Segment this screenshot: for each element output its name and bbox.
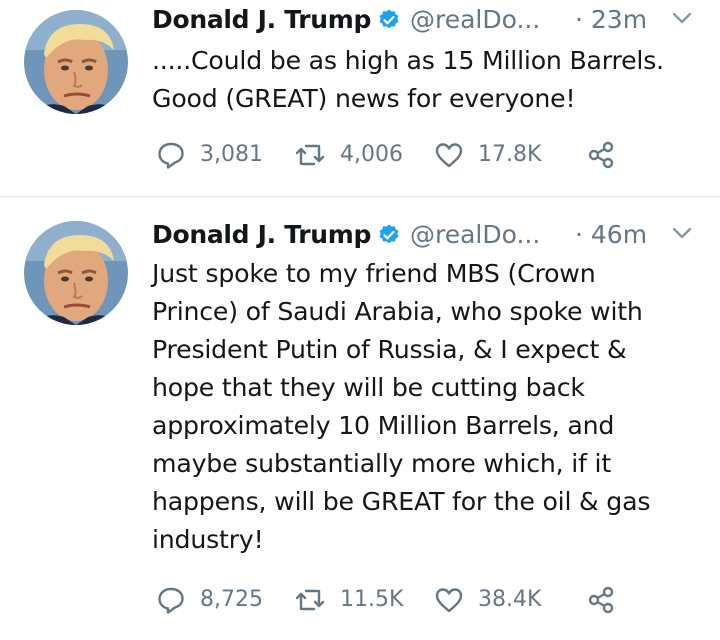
tweet-text-line: Good (GREAT) news for everyone! xyxy=(152,84,576,113)
tweet-text-line: hope that they will be cutting back xyxy=(152,373,585,402)
like-count: 17.8K xyxy=(478,142,542,167)
tweet-text-line: Prince) of Saudi Arabia, who spoke with xyxy=(152,297,643,326)
chevron-down-icon[interactable] xyxy=(672,226,692,240)
reply-button[interactable]: 3,081 xyxy=(156,138,263,172)
author-handle[interactable]: @realDo... xyxy=(410,217,540,253)
tweet-text-line: happens, will be GREAT for the oil & gas xyxy=(152,487,651,516)
share-icon xyxy=(588,586,614,614)
reply-count: 8,725 xyxy=(200,587,263,612)
tweet-header: Donald J. Trump @realDo... · 23m xyxy=(152,2,704,38)
like-count: 38.4K xyxy=(478,587,542,612)
tweet[interactable]: Donald J. Trump @realDo... · 46m Just sp… xyxy=(0,197,720,640)
reply-icon xyxy=(158,142,184,169)
share-icon xyxy=(588,141,614,169)
retweet-icon xyxy=(295,144,325,166)
author-handle[interactable]: @realDo... xyxy=(410,2,540,38)
tweet-text: .....Could be as high as 15 Million Barr… xyxy=(152,42,712,118)
share-button[interactable] xyxy=(586,583,616,617)
tweet-text-line: Just spoke to my friend MBS (Crown xyxy=(152,259,596,288)
retweet-icon xyxy=(295,589,325,611)
retweet-count: 4,006 xyxy=(340,142,403,167)
verified-badge-icon xyxy=(379,224,399,244)
tweet-text-line: approximately 10 Million Barrels, and xyxy=(152,411,615,440)
timestamp[interactable]: · 46m xyxy=(575,217,647,253)
retweet-count: 11.5K xyxy=(340,587,404,612)
heart-icon xyxy=(435,588,463,613)
tweet-header: Donald J. Trump @realDo... · 46m xyxy=(152,217,704,253)
tweet-text-line: President Putin of Russia, & I expect & xyxy=(152,335,627,364)
reply-icon xyxy=(158,587,184,614)
reply-button[interactable]: 8,725 xyxy=(156,583,263,617)
share-button[interactable] xyxy=(586,138,616,172)
like-button[interactable]: 38.4K xyxy=(434,583,541,617)
tweet-text: Just spoke to my friend MBS (Crown Princ… xyxy=(152,255,712,559)
author-name[interactable]: Donald J. Trump xyxy=(152,217,371,253)
avatar[interactable] xyxy=(24,221,128,325)
timestamp[interactable]: · 23m xyxy=(575,2,647,38)
retweet-button[interactable]: 11.5K xyxy=(294,583,403,617)
tweet-text-line: .....Could be as high as 15 Million Barr… xyxy=(152,46,664,75)
heart-icon xyxy=(435,143,463,168)
retweet-button[interactable]: 4,006 xyxy=(294,138,403,172)
tweet-text-line: industry! xyxy=(152,525,264,554)
author-name[interactable]: Donald J. Trump xyxy=(152,2,371,38)
verified-badge-icon xyxy=(379,9,399,29)
avatar[interactable] xyxy=(24,10,128,114)
reply-count: 3,081 xyxy=(200,142,263,167)
like-button[interactable]: 17.8K xyxy=(434,138,541,172)
tweet[interactable]: Donald J. Trump @realDo... · 23m .....Co… xyxy=(0,0,720,196)
chevron-down-icon[interactable] xyxy=(672,11,692,25)
tweet-text-line: maybe substantially more which, if it xyxy=(152,449,612,478)
